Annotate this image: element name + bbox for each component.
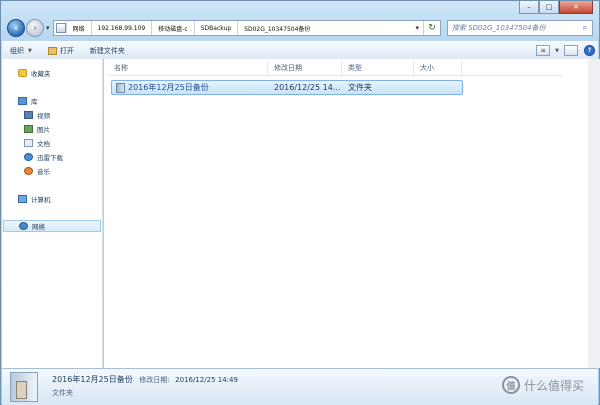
folder-open-icon bbox=[47, 46, 57, 55]
nav-network-label: 网络 bbox=[32, 223, 45, 231]
organize-button[interactable]: 组织 ▼ bbox=[2, 46, 40, 56]
search-input[interactable]: 搜索 SD02G_10347504备份 bbox=[448, 23, 578, 33]
header-divider bbox=[108, 75, 563, 76]
search-icon[interactable]: ⌕ bbox=[578, 23, 592, 33]
folder-icon bbox=[116, 83, 125, 93]
details-name: 2016年12月25日备份 bbox=[52, 375, 133, 384]
nav-favorites-label: 收藏夹 bbox=[31, 70, 51, 78]
details-pane: 2016年12月25日备份 修改日期: 2016/12/25 14:49 文件夹… bbox=[2, 368, 598, 405]
nav-library[interactable]: 库 bbox=[18, 95, 118, 107]
nav-documents-label: 文档 bbox=[37, 140, 50, 148]
vertical-scrollbar[interactable] bbox=[588, 59, 600, 368]
recent-pages-dropdown[interactable]: ▾ bbox=[46, 24, 50, 32]
column-modified-label: 修改日期 bbox=[274, 64, 302, 72]
address-history-dropdown[interactable]: ▾ bbox=[411, 24, 423, 32]
network-icon bbox=[19, 222, 28, 230]
organize-label: 组织 bbox=[10, 46, 24, 55]
details-modified: 2016/12/25 14:49 bbox=[175, 376, 238, 384]
nav-thunder-label: 迅雷下载 bbox=[37, 154, 63, 162]
computer-icon bbox=[18, 195, 27, 203]
nav-favorites[interactable]: 收藏夹 bbox=[18, 67, 118, 79]
explorer-window: – □ ✕ ‹ › ▾ 网络 192.168.99.109 移动磁盘-c SDB… bbox=[0, 0, 600, 405]
breadcrumb-network[interactable]: 网络 bbox=[65, 21, 91, 35]
navigation-pane: 收藏夹 库 视频 图片 文档 迅雷下载 音乐 计算机 网络 bbox=[2, 59, 103, 368]
watermark: 值 什么值得买 bbox=[501, 376, 584, 394]
column-size-label: 大小 bbox=[420, 64, 434, 72]
nav-music-label: 音乐 bbox=[37, 168, 50, 176]
folder-large-icon bbox=[10, 372, 38, 402]
forward-button[interactable]: › bbox=[26, 19, 44, 37]
forward-arrow-icon: › bbox=[32, 22, 38, 34]
column-header-type[interactable]: 类型 bbox=[342, 61, 414, 75]
column-type-label: 类型 bbox=[348, 64, 362, 72]
video-icon bbox=[24, 111, 33, 119]
row-modified: 2016/12/25 14... bbox=[274, 83, 341, 92]
back-arrow-icon: ‹ bbox=[13, 22, 19, 34]
row-name: 2016年12月25日备份 bbox=[128, 83, 209, 92]
navigation-bar: ‹ › ▾ 网络 192.168.99.109 移动磁盘-c SDBackup … bbox=[7, 17, 593, 39]
nav-video-label: 视频 bbox=[37, 112, 50, 120]
breadcrumb-sdbackup[interactable]: SDBackup bbox=[193, 21, 237, 35]
details-modified-label: 修改日期: bbox=[139, 376, 170, 384]
breadcrumb-removable-disk[interactable]: 移动磁盘-c bbox=[151, 21, 193, 35]
star-icon bbox=[18, 69, 27, 77]
nav-computer[interactable]: 计算机 bbox=[18, 193, 118, 205]
breadcrumb-current-folder[interactable]: SD02G_10347504备份 bbox=[237, 21, 316, 35]
refresh-icon[interactable]: ↻ bbox=[423, 21, 440, 35]
column-header-size[interactable]: 大小 bbox=[414, 61, 462, 75]
watermark-logo-icon: 值 bbox=[501, 376, 520, 394]
table-row[interactable]: 2016年12月25日备份 2016/12/25 14... 文件夹 bbox=[111, 80, 463, 95]
breadcrumb-host[interactable]: 192.168.99.109 bbox=[90, 21, 152, 35]
column-name-label: 名称 bbox=[114, 64, 128, 72]
chevron-down-icon: ▼ bbox=[28, 47, 32, 54]
new-folder-label: 新建文件夹 bbox=[89, 46, 125, 55]
picture-icon bbox=[24, 125, 33, 133]
preview-pane-icon[interactable] bbox=[564, 45, 578, 56]
view-options-icon[interactable]: ≡ bbox=[536, 45, 551, 56]
folder-location-icon bbox=[55, 23, 66, 33]
nav-computer-label: 计算机 bbox=[31, 196, 51, 204]
music-icon bbox=[24, 167, 33, 175]
download-icon bbox=[24, 153, 33, 161]
help-icon[interactable]: ? bbox=[584, 45, 595, 56]
column-header-name[interactable]: 名称 bbox=[108, 61, 268, 75]
document-icon bbox=[24, 139, 33, 147]
search-box[interactable]: 搜索 SD02G_10347504备份 ⌕ bbox=[447, 20, 593, 36]
file-list-pane: 名称 修改日期 类型 大小 2016年12月25日备份 2016/12/25 1… bbox=[104, 59, 600, 368]
minimize-button[interactable]: – bbox=[519, 1, 539, 14]
nav-network[interactable]: 网络 bbox=[3, 220, 101, 232]
command-toolbar: 组织 ▼ 打开 新建文件夹 ≡ ▼ ? bbox=[2, 41, 598, 60]
view-options-dropdown[interactable]: ▼ bbox=[553, 48, 561, 54]
nav-pictures-label: 图片 bbox=[37, 126, 50, 134]
row-type: 文件夹 bbox=[348, 83, 372, 92]
address-bar[interactable]: 网络 192.168.99.109 移动磁盘-c SDBackup SD02G_… bbox=[52, 20, 441, 36]
watermark-text: 什么值得买 bbox=[523, 378, 584, 393]
library-icon bbox=[18, 97, 27, 105]
open-label: 打开 bbox=[59, 46, 74, 55]
column-header-modified[interactable]: 修改日期 bbox=[268, 61, 342, 75]
open-button[interactable]: 打开 bbox=[40, 46, 82, 56]
nav-library-label: 库 bbox=[31, 98, 38, 106]
window-caption-buttons: – □ ✕ bbox=[519, 1, 593, 14]
back-button[interactable]: ‹ bbox=[7, 19, 25, 37]
chevron-down-icon: ▼ bbox=[555, 47, 559, 54]
close-button[interactable]: ✕ bbox=[559, 1, 593, 14]
new-folder-button[interactable]: 新建文件夹 bbox=[82, 46, 133, 56]
details-title: 2016年12月25日备份 修改日期: 2016/12/25 14:49 bbox=[52, 374, 238, 385]
details-type: 文件夹 bbox=[52, 389, 73, 397]
maximize-button[interactable]: □ bbox=[539, 1, 559, 14]
